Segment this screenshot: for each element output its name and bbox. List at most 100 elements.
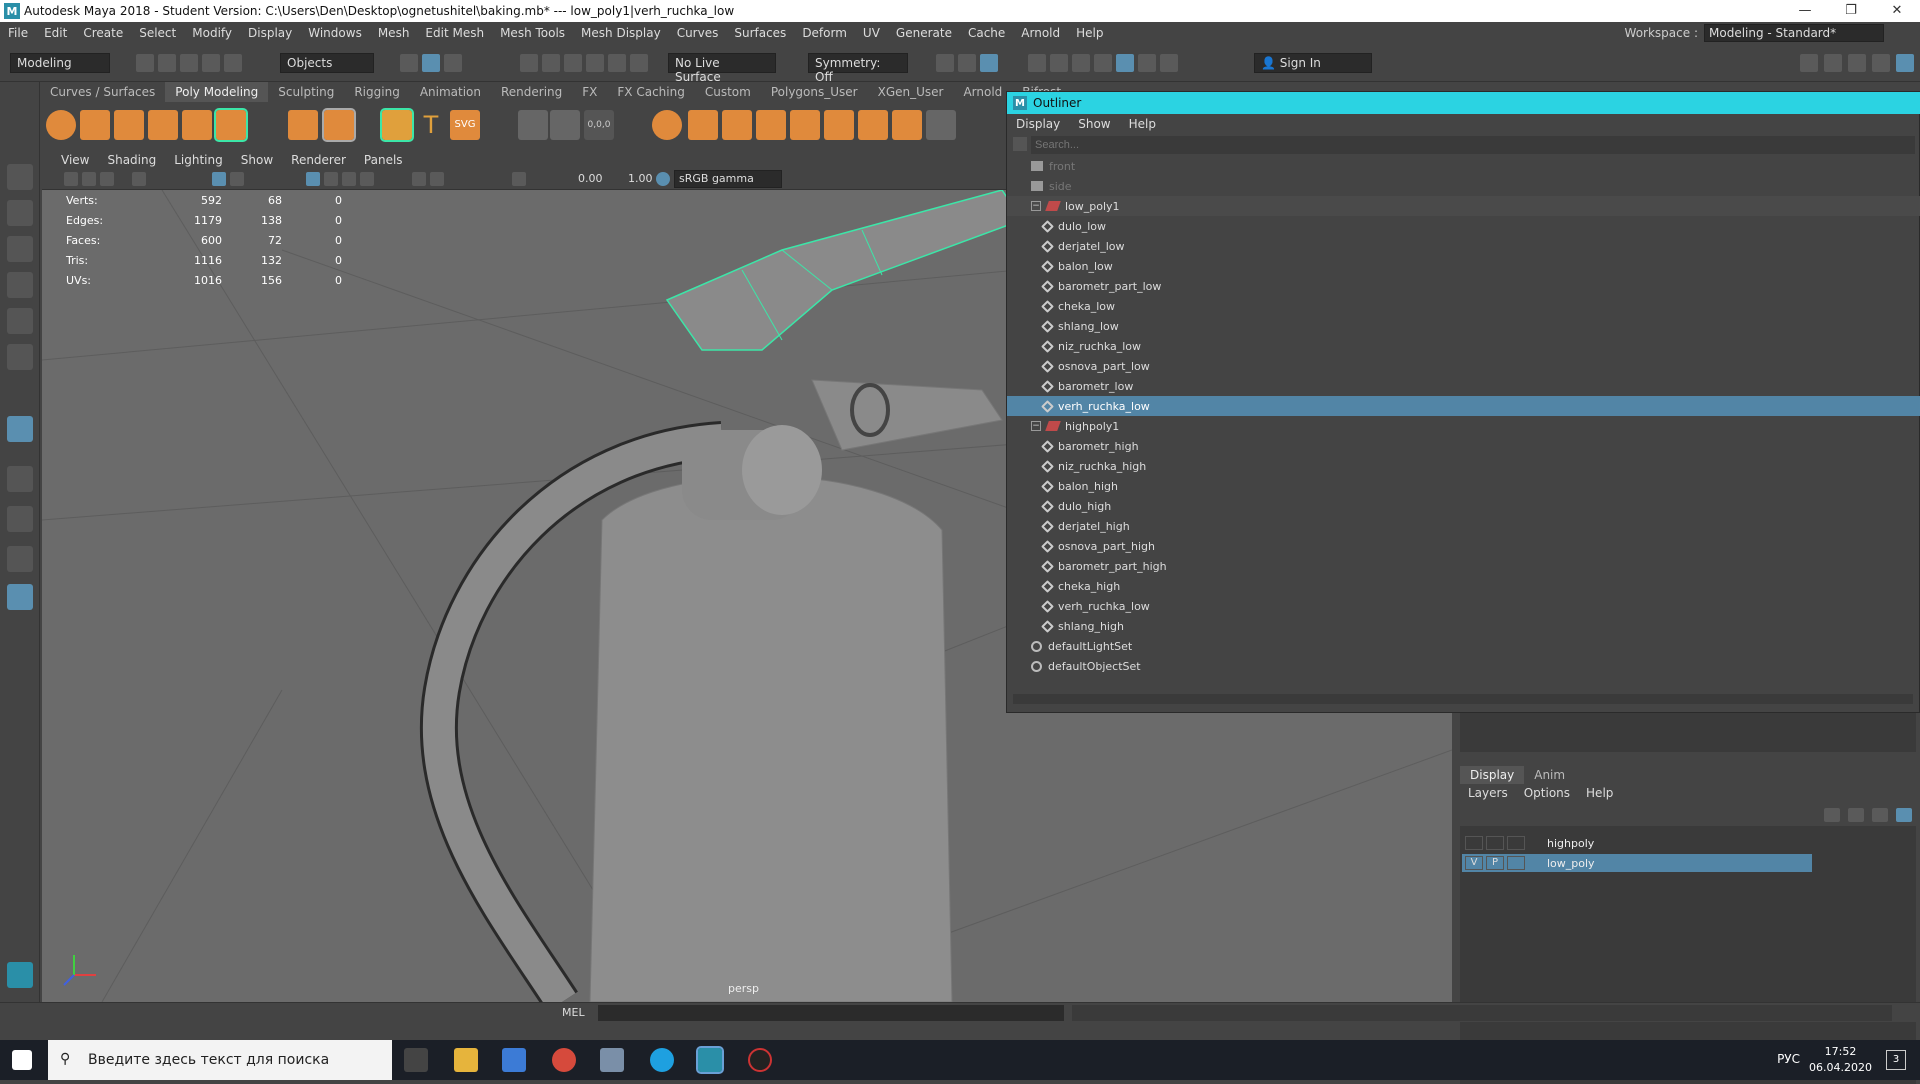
search-filter-icon[interactable] — [1013, 137, 1027, 151]
snap-surface-icon[interactable] — [608, 54, 626, 72]
arnold-render-icon[interactable] — [1116, 54, 1134, 72]
render-view-icon[interactable] — [958, 54, 976, 72]
channel-box-icon[interactable] — [1872, 54, 1890, 72]
task-view-icon[interactable] — [404, 1048, 428, 1072]
new-scene-icon[interactable] — [136, 54, 154, 72]
redo-icon[interactable] — [224, 54, 242, 72]
move-tool-icon[interactable] — [7, 272, 33, 298]
snap-view-icon[interactable] — [586, 54, 604, 72]
outliner-row[interactable]: barometr_part_high — [1007, 556, 1920, 576]
move-layer-down-icon[interactable] — [1848, 808, 1864, 822]
smooth-icon[interactable] — [756, 110, 786, 140]
outliner-row[interactable]: niz_ruchka_low — [1007, 336, 1920, 356]
outliner-row[interactable]: balon_low — [1007, 256, 1920, 276]
view-transform-dropdown[interactable]: sRGB gamma — [674, 170, 782, 188]
lights-icon[interactable] — [342, 172, 356, 186]
menu-modify[interactable]: Modify — [184, 26, 240, 40]
shelf-tab-fx[interactable]: FX — [572, 82, 607, 102]
outliner-row[interactable]: barometr_low — [1007, 376, 1920, 396]
menu-generate[interactable]: Generate — [888, 26, 960, 40]
outliner-row[interactable]: derjatel_high — [1007, 516, 1920, 536]
maya-home-logo-icon[interactable] — [7, 962, 33, 988]
undo-icon[interactable] — [202, 54, 220, 72]
select-component-icon[interactable] — [444, 54, 462, 72]
lasso-tool-icon[interactable] — [7, 200, 33, 226]
center-pivot-icon[interactable]: 0,0,0 — [584, 110, 614, 140]
windows-start-icon[interactable] — [12, 1050, 32, 1070]
viewport-menu-show[interactable]: Show — [232, 152, 282, 170]
pause-icon[interactable] — [1160, 54, 1178, 72]
restore-button[interactable]: ❐ — [1828, 0, 1874, 22]
poly-plane-icon[interactable] — [214, 108, 248, 142]
outliner-row[interactable]: balon_high — [1007, 476, 1920, 496]
layer-menu-layers[interactable]: Layers — [1460, 784, 1516, 802]
layer-playback-toggle[interactable] — [1486, 836, 1504, 850]
svg-tool-icon[interactable]: SVG — [450, 110, 480, 140]
menu-help[interactable]: Help — [1068, 26, 1111, 40]
viewport-menu-panels[interactable]: Panels — [355, 152, 412, 170]
menu-mesh-tools[interactable]: Mesh Tools — [492, 26, 573, 40]
layer-visibility-toggle[interactable] — [1465, 836, 1483, 850]
outliner-row[interactable]: derjatel_low — [1007, 236, 1920, 256]
command-input[interactable] — [598, 1005, 1064, 1021]
menu-curves[interactable]: Curves — [669, 26, 727, 40]
menu-edit[interactable]: Edit — [36, 26, 75, 40]
type-tool-icon[interactable]: T — [416, 110, 446, 140]
target-weld-icon[interactable] — [550, 110, 580, 140]
shelf-tab-arnold[interactable]: Arnold — [953, 82, 1012, 102]
menu-toggle-icon[interactable] — [7, 88, 33, 114]
menu-uv[interactable]: UV — [855, 26, 888, 40]
poly-cylinder-icon[interactable] — [114, 110, 144, 140]
outliner-menu-show[interactable]: Show — [1069, 117, 1119, 131]
rotate-tool-icon[interactable] — [7, 308, 33, 334]
menu-display[interactable]: Display — [240, 26, 300, 40]
resolution-gate-icon[interactable] — [512, 172, 526, 186]
poly-disc-icon[interactable] — [288, 110, 318, 140]
attribute-editor-icon[interactable] — [1824, 54, 1842, 72]
select-hierarchy-icon[interactable] — [400, 54, 418, 72]
shelf-tab-polygons-user[interactable]: Polygons_User — [761, 82, 868, 102]
outliner-row[interactable]: front — [1007, 156, 1920, 176]
render-frame-icon[interactable] — [1028, 54, 1046, 72]
menu-arnold[interactable]: Arnold — [1013, 26, 1068, 40]
color-management-icon[interactable] — [656, 172, 670, 186]
ipr-render-icon[interactable] — [1050, 54, 1068, 72]
snap-vertex-icon[interactable] — [630, 54, 648, 72]
shelf-tab-animation[interactable]: Animation — [410, 82, 491, 102]
skype-icon[interactable] — [650, 1048, 674, 1072]
outliner-horizontal-scrollbar[interactable] — [1013, 694, 1913, 704]
notification-center-icon[interactable]: 3 — [1886, 1050, 1906, 1070]
outliner-row[interactable]: dulo_low — [1007, 216, 1920, 236]
outliner-title-bar[interactable]: M Outliner — [1007, 92, 1920, 114]
menu-set-dropdown[interactable]: Modeling — [10, 53, 110, 73]
outliner-menu-help[interactable]: Help — [1120, 117, 1165, 131]
outliner-row[interactable]: barometr_part_low — [1007, 276, 1920, 296]
wireframe-on-shaded-icon[interactable] — [306, 172, 320, 186]
viewport-menu-renderer[interactable]: Renderer — [282, 152, 355, 170]
scale-tool-icon[interactable] — [7, 344, 33, 370]
exposure-value[interactable]: 0.00 — [578, 172, 603, 185]
selection-mask-dropdown[interactable]: Objects — [280, 53, 374, 73]
hypershade-icon[interactable] — [1094, 54, 1112, 72]
paint-select-tool-icon[interactable] — [7, 236, 33, 262]
menu-mesh-display[interactable]: Mesh Display — [573, 26, 669, 40]
shelf-tab-xgen-user[interactable]: XGen_User — [868, 82, 954, 102]
shadows-icon[interactable] — [360, 172, 374, 186]
shelf-tab-rendering[interactable]: Rendering — [491, 82, 572, 102]
expand-toggle-icon[interactable]: − — [1031, 421, 1041, 431]
viewport-menu-view[interactable]: View — [52, 152, 98, 170]
expand-toggle-icon[interactable]: − — [1031, 201, 1041, 211]
layer-playback-toggle[interactable]: P — [1486, 856, 1504, 870]
multi-cut-icon[interactable] — [518, 110, 548, 140]
layer-menu-options[interactable]: Options — [1516, 784, 1578, 802]
menu-file[interactable]: File — [0, 26, 36, 40]
snap-point-icon[interactable] — [564, 54, 582, 72]
viewport-menu-lighting[interactable]: Lighting — [165, 152, 232, 170]
isolate-select-icon[interactable] — [412, 172, 426, 186]
super-shape-icon[interactable] — [380, 108, 414, 142]
poly-cone-icon[interactable] — [148, 110, 178, 140]
bevel-icon[interactable] — [858, 110, 888, 140]
shelf-tab-custom[interactable]: Custom — [695, 82, 761, 102]
layer-row-highpoly[interactable]: highpoly — [1462, 834, 1812, 852]
chrome-icon[interactable] — [552, 1048, 576, 1072]
